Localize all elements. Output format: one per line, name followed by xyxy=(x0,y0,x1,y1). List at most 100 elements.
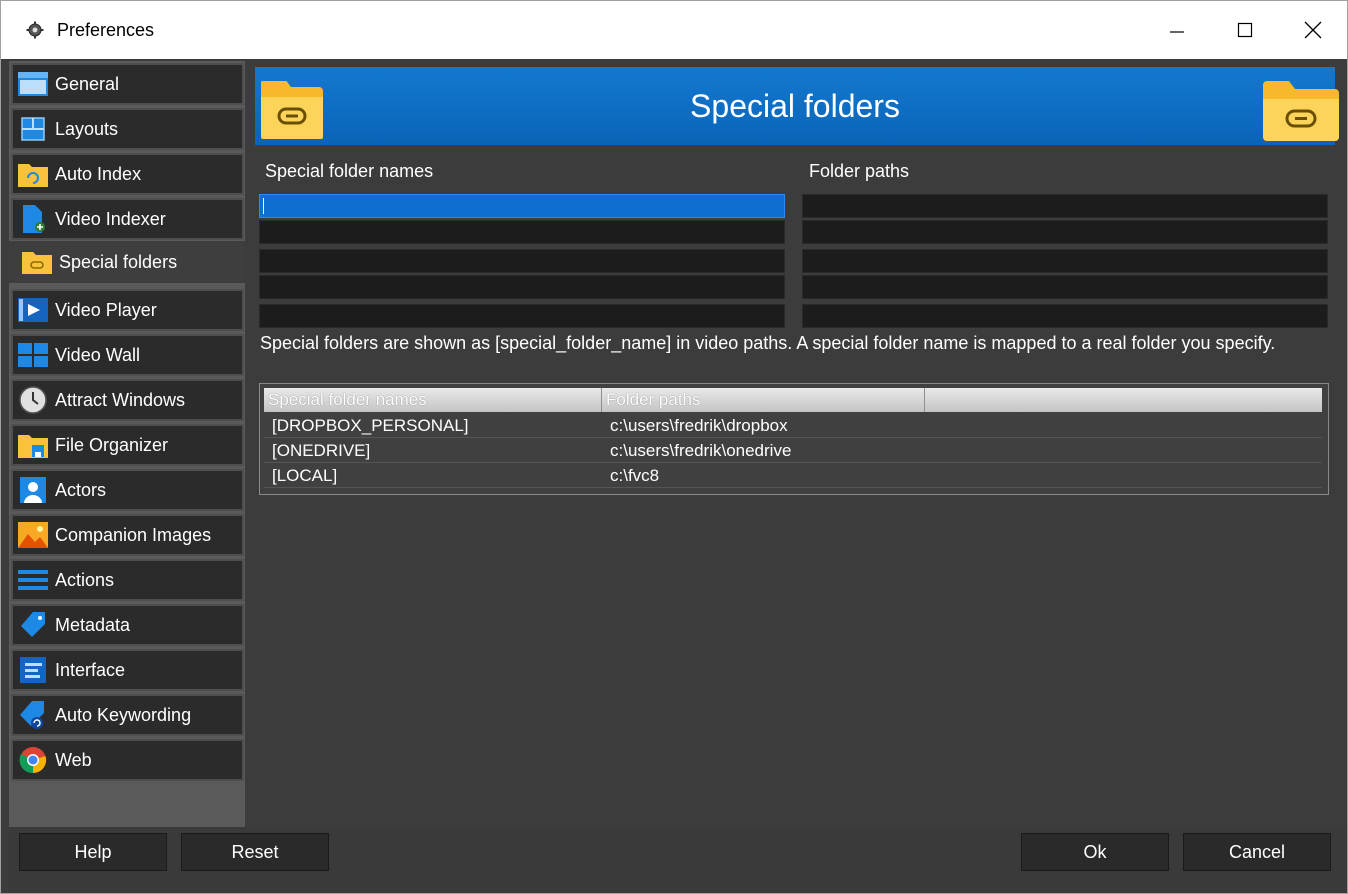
sidebar-item-video-player[interactable]: Video Player xyxy=(11,289,244,331)
sidebar-item-label: Attract Windows xyxy=(55,389,186,410)
reset-button[interactable]: Reset xyxy=(181,833,329,871)
table-row[interactable]: [DROPBOX_PERSONAL] c:\users\fredrik\drop… xyxy=(264,414,1322,438)
special-folders-table[interactable]: Special folder names Folder paths [DROPB… xyxy=(259,383,1329,495)
tag-icon xyxy=(17,611,49,639)
close-icon xyxy=(1304,21,1322,39)
column-header-names[interactable]: Special folder names xyxy=(264,388,602,412)
info-text: Special folders are shown as [special_fo… xyxy=(260,333,1276,353)
interface-icon xyxy=(17,656,49,684)
tag-refresh-icon xyxy=(17,701,49,729)
sidebar-item-label: General xyxy=(55,73,120,94)
sidebar-item-companion-images[interactable]: Companion Images xyxy=(11,514,244,556)
sidebar-item-auto-index[interactable]: Auto Index xyxy=(11,153,244,195)
column-header-empty[interactable] xyxy=(925,388,1322,412)
sidebar-item-video-indexer[interactable]: Video Indexer xyxy=(11,198,244,240)
window-title: Preferences xyxy=(57,19,155,40)
folder-link-icon xyxy=(21,248,53,276)
main-panel: Special folders Special folder names Fol… xyxy=(245,61,1347,827)
folder-link-icon xyxy=(1263,81,1339,146)
table-cell-name: [LOCAL] xyxy=(272,466,338,485)
sidebar-item-label: Auto Index xyxy=(55,163,142,184)
sidebar-item-label: Interface xyxy=(55,659,126,680)
gear-icon xyxy=(25,20,45,40)
table-cell-name: [DROPBOX_PERSONAL] xyxy=(272,416,469,435)
sidebar-item-actors[interactable]: Actors xyxy=(11,469,244,511)
path-input[interactable] xyxy=(803,251,1327,273)
button-bar: Help Reset Ok Cancel xyxy=(9,827,1347,893)
help-button[interactable]: Help xyxy=(19,833,167,871)
table-cell-path: c:\fvc8 xyxy=(610,466,660,485)
ok-button[interactable]: Ok xyxy=(1021,833,1169,871)
sidebar-item-label: Layouts xyxy=(55,118,119,139)
minimize-button[interactable] xyxy=(1143,1,1211,59)
name-input[interactable] xyxy=(260,196,784,218)
paths-column-label: Folder paths xyxy=(809,161,910,181)
folder-path-field[interactable] xyxy=(802,220,1328,244)
sidebar-item-label: Metadata xyxy=(55,614,131,635)
sidebar-item-metadata[interactable]: Metadata xyxy=(11,604,244,646)
special-folder-name-field[interactable] xyxy=(259,275,785,299)
name-input[interactable] xyxy=(260,306,784,328)
sidebar-item-file-organizer[interactable]: File Organizer xyxy=(11,424,244,466)
folder-path-field[interactable] xyxy=(802,304,1328,328)
folder-link-icon xyxy=(261,79,323,144)
sidebar-item-label: Video Indexer xyxy=(55,208,166,229)
video-player-icon xyxy=(17,296,49,324)
table-cell-path: c:\users\fredrik\dropbox xyxy=(610,416,788,435)
folder-path-field[interactable] xyxy=(802,249,1328,273)
sidebar-item-label: Video Wall xyxy=(55,344,141,365)
maximize-icon xyxy=(1237,22,1253,38)
sidebar-item-interface[interactable]: Interface xyxy=(11,649,244,691)
special-folder-name-field[interactable] xyxy=(259,304,785,328)
table-cell-path: c:\users\fredrik\onedrive xyxy=(610,441,792,460)
chrome-icon xyxy=(17,746,49,774)
sidebar-item-actions[interactable]: Actions xyxy=(11,559,244,601)
name-input[interactable] xyxy=(260,222,784,244)
path-input[interactable] xyxy=(803,222,1327,244)
sidebar-item-label: Companion Images xyxy=(55,524,212,545)
video-wall-icon xyxy=(17,341,49,369)
folder-sync-icon xyxy=(17,160,49,188)
sidebar-item-label: Auto Keywording xyxy=(55,704,192,725)
folder-path-field[interactable] xyxy=(802,194,1328,218)
table-row[interactable]: [ONEDRIVE] c:\users\fredrik\onedrive xyxy=(264,439,1322,463)
sidebar-item-video-wall[interactable]: Video Wall xyxy=(11,334,244,376)
path-input[interactable] xyxy=(803,277,1327,299)
path-input[interactable] xyxy=(803,196,1327,218)
maximize-button[interactable] xyxy=(1211,1,1279,59)
sidebar-item-attract-windows[interactable]: Attract Windows xyxy=(11,379,244,421)
table-row[interactable]: [LOCAL] c:\fvc8 xyxy=(264,464,1322,488)
list-lines-icon xyxy=(17,566,49,594)
sidebar-item-label: Actors xyxy=(55,479,107,500)
special-folder-name-field[interactable] xyxy=(259,194,785,218)
table-header: Special folder names Folder paths xyxy=(264,388,1322,412)
sidebar-item-general[interactable]: General xyxy=(11,63,244,105)
layout-icon xyxy=(17,115,49,143)
close-button[interactable] xyxy=(1279,1,1347,59)
window-icon xyxy=(17,70,49,98)
sidebar: General Layouts Auto Index Video Indexer… xyxy=(9,61,245,827)
name-input[interactable] xyxy=(260,277,784,299)
path-input[interactable] xyxy=(803,306,1327,328)
special-folder-name-field[interactable] xyxy=(259,220,785,244)
sidebar-item-web[interactable]: Web xyxy=(11,739,244,781)
sidebar-item-layouts[interactable]: Layouts xyxy=(11,108,244,150)
page-banner: Special folders xyxy=(255,67,1339,145)
sidebar-item-label: Special folders xyxy=(59,251,178,272)
sidebar-item-special-folders[interactable]: Special folders xyxy=(9,241,245,283)
minimize-icon xyxy=(1170,31,1184,33)
person-icon xyxy=(17,476,49,504)
folder-path-field[interactable] xyxy=(802,275,1328,299)
file-add-icon xyxy=(17,205,49,233)
column-header-paths[interactable]: Folder paths xyxy=(602,388,925,412)
page-title: Special folders xyxy=(690,87,900,124)
folder-save-icon xyxy=(17,431,49,459)
sidebar-item-label: Web xyxy=(55,749,92,770)
special-folder-name-field[interactable] xyxy=(259,249,785,273)
name-input[interactable] xyxy=(260,251,784,273)
preferences-window: Preferences General Layouts Auto Index V… xyxy=(0,0,1348,894)
sidebar-item-label: Video Player xyxy=(55,299,157,320)
sidebar-item-auto-keywording[interactable]: Auto Keywording xyxy=(11,694,244,736)
table-cell-name: [ONEDRIVE] xyxy=(272,441,371,460)
cancel-button[interactable]: Cancel xyxy=(1183,833,1331,871)
